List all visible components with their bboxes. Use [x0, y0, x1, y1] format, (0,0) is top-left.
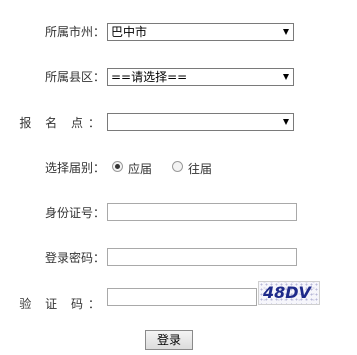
grade-current-radio[interactable] — [112, 161, 123, 172]
chevron-down-icon — [283, 74, 289, 80]
captcha-input[interactable] — [107, 288, 257, 306]
grade-label: 选择届别： — [44, 161, 105, 175]
county-select[interactable]: ==请选择== — [107, 68, 294, 86]
county-select-value: ==请选择== — [111, 70, 188, 84]
grade-previous-radio[interactable] — [172, 161, 183, 172]
login-button[interactable]: 登录 — [145, 330, 193, 350]
prefecture-label: 所属市州： — [44, 25, 105, 39]
chevron-down-icon — [283, 29, 289, 35]
grade-previous-label[interactable]: 往届 — [188, 161, 212, 177]
captcha-image[interactable]: 48DV — [258, 281, 320, 305]
password-input[interactable] — [107, 248, 297, 266]
prefecture-select-value: 巴中市 — [111, 25, 148, 39]
password-label: 登录密码： — [44, 251, 105, 265]
id-number-input[interactable] — [107, 203, 297, 221]
captcha-label: 验 证 码： — [19, 297, 105, 311]
captcha-code-text: 48DV — [263, 283, 311, 302]
chevron-down-icon — [283, 119, 289, 125]
id-number-label: 身份证号： — [44, 206, 105, 220]
county-label: 所属县区： — [44, 70, 105, 84]
grade-current-label[interactable]: 应届 — [128, 161, 152, 177]
prefecture-select[interactable]: 巴中市 — [107, 23, 294, 41]
site-select[interactable] — [107, 113, 294, 131]
site-label: 报 名 点： — [19, 116, 105, 130]
